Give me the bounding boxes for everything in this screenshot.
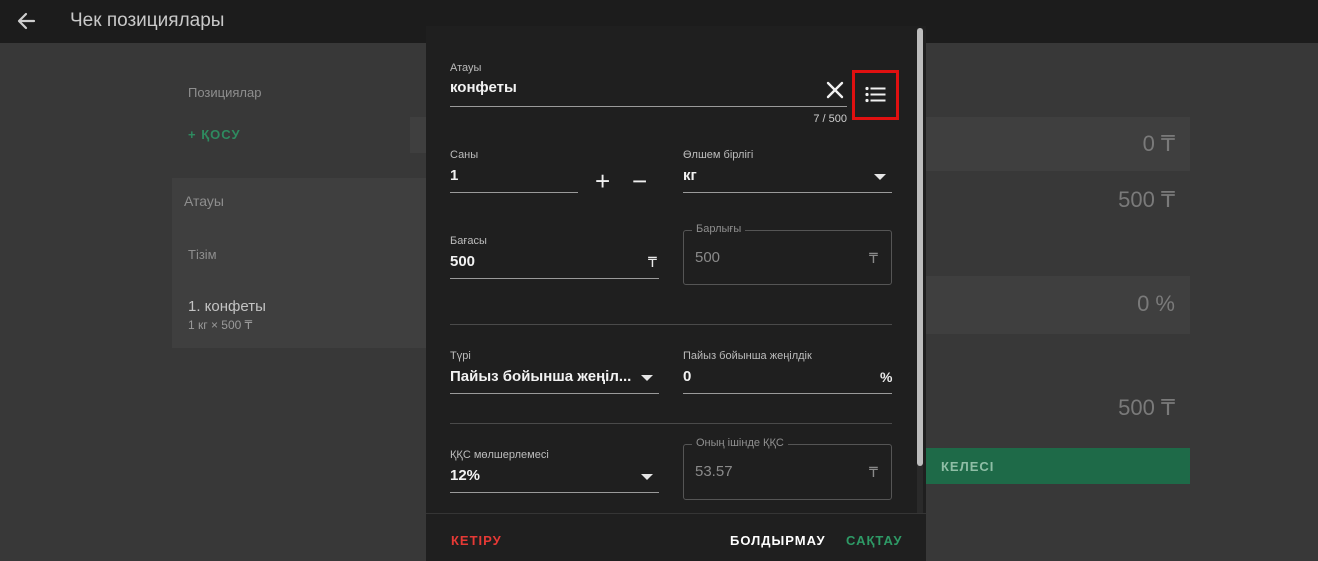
price-label: Бағасы (450, 235, 487, 247)
positions-label: Позициялар (188, 85, 262, 100)
list-item-name[interactable]: 1. конфеты (188, 298, 266, 315)
vat-currency-suffix: ₸ (869, 464, 878, 480)
choose-from-list-button[interactable] (852, 70, 899, 120)
name-field-input[interactable]: конфеты (450, 79, 517, 96)
amount-value-1: 0 ₸ (1142, 131, 1175, 156)
discount-underline (683, 393, 892, 394)
page-title: Чек позициялары (70, 10, 225, 31)
remove-button[interactable]: КЕТІРУ (451, 533, 502, 548)
discount-percent-suffix: % (880, 369, 893, 385)
unit-label: Өлшем бірлігі (683, 149, 754, 161)
name-char-counter: 7 / 500 (813, 113, 847, 125)
type-select[interactable]: Пайыз бойынша жеңіл... (450, 368, 631, 385)
save-button[interactable]: САҚТАУ (846, 533, 903, 548)
total-value: 500 ₸ (1118, 395, 1175, 420)
total-value-field: 500 (695, 249, 721, 266)
unit-select[interactable]: кг (683, 167, 697, 184)
arrow-left-icon (17, 12, 36, 30)
scrollbar-thumb[interactable] (917, 28, 923, 466)
total-currency-suffix: ₸ (869, 250, 878, 266)
list-icon (865, 86, 886, 103)
back-button[interactable] (14, 8, 40, 34)
vat-rate-label: ҚҚС мөлшерлемесі (450, 449, 549, 461)
amount-value-2: 500 ₸ (1118, 187, 1175, 212)
unit-dropdown-icon[interactable] (874, 174, 886, 180)
quantity-input[interactable]: 1 (450, 167, 458, 184)
list-item-detail: 1 кг × 500 ₸ (188, 318, 253, 332)
cancel-button[interactable]: БОЛДЫРМАУ (730, 533, 826, 548)
quantity-underline (450, 192, 578, 193)
close-icon (826, 81, 844, 99)
list-header: Тізім (188, 247, 217, 262)
vat-rate-underline (450, 492, 659, 493)
total-label: Барлығы (692, 223, 746, 235)
vat-rate-dropdown-icon[interactable] (641, 474, 653, 480)
name-field-label: Атауы (450, 62, 482, 74)
decrement-button[interactable]: − (632, 166, 647, 197)
add-position-button[interactable]: + ҚОСУ (188, 127, 241, 142)
section-divider-1 (450, 324, 892, 325)
type-dropdown-icon[interactable] (641, 375, 653, 381)
price-currency-suffix: ₸ (648, 254, 657, 270)
vat-rate-select[interactable]: 12% (450, 467, 480, 484)
unit-underline (683, 192, 892, 193)
section-divider-2 (450, 423, 892, 424)
clear-name-button[interactable] (824, 79, 846, 101)
type-underline (450, 393, 659, 394)
type-label: Түрі (450, 350, 471, 362)
dialog-scrollbar[interactable] (917, 28, 923, 513)
percent-value: 0 % (1137, 291, 1175, 316)
name-header: Атауы (184, 193, 224, 209)
price-input[interactable]: 500 (450, 253, 475, 270)
discount-label: Пайыз бойынша жеңілдік (683, 350, 812, 362)
discount-input[interactable]: 0 (683, 368, 691, 385)
vat-included-value: 53.57 (695, 463, 733, 480)
vat-included-label: Оның ішінде ҚҚС (692, 437, 788, 449)
next-button[interactable]: КЕЛЕСІ (926, 448, 1190, 484)
quantity-label: Саны (450, 149, 479, 161)
increment-button[interactable]: + (595, 166, 610, 197)
name-field-underline (450, 106, 847, 107)
price-underline (450, 278, 659, 279)
